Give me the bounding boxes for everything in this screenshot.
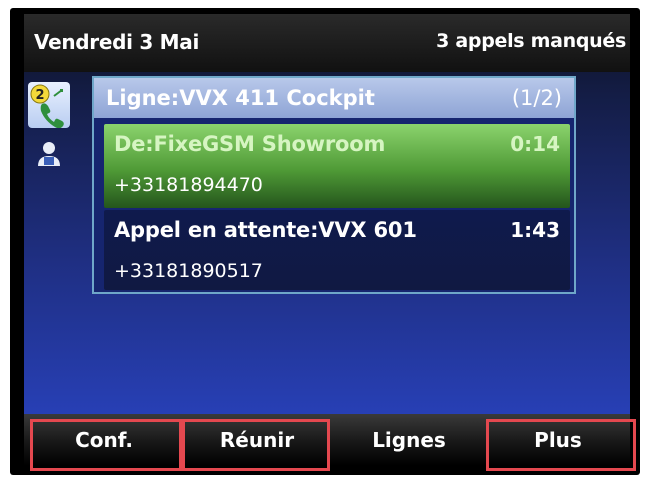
call-item-active[interactable]: De:FixeGSM Showroom 0:14 +33181894470 [104, 124, 570, 208]
softkey-bar: Conf. Réunir Lignes Plus [24, 414, 630, 466]
phone-line-icon[interactable]: 2 [28, 82, 70, 129]
line-title: Ligne:VVX 411 Cockpit [106, 86, 375, 110]
date-label: Vendredi 3 Mai [34, 30, 199, 54]
more-softkey[interactable]: Plus [486, 414, 630, 466]
conference-softkey[interactable]: Conf. [30, 414, 178, 466]
call-panel: Ligne:VVX 411 Cockpit (1/2) De:FixeGSM S… [92, 76, 576, 294]
call-number: +33181894470 [114, 174, 263, 196]
line-header: Ligne:VVX 411 Cockpit (1/2) [94, 78, 574, 118]
line-icon-strip: 2 [24, 76, 78, 180]
lines-softkey[interactable]: Lignes [334, 414, 484, 466]
call-item-held[interactable]: Appel en attente:VVX 601 1:43 +331818905… [104, 210, 570, 290]
call-timer: 1:43 [510, 218, 560, 242]
page-indicator: (1/2) [511, 86, 562, 110]
phone-screen: Vendredi 3 Mai 3 appels manqués 2 Ligne:… [24, 14, 630, 466]
call-timer: 0:14 [510, 132, 560, 156]
join-softkey[interactable]: Réunir [182, 414, 332, 466]
status-bar: Vendredi 3 Mai 3 appels manqués [24, 14, 630, 72]
lines-badge: 2 [35, 88, 44, 103]
missed-calls-indicator[interactable]: 3 appels manqués [436, 30, 626, 52]
call-number: +33181890517 [114, 260, 263, 282]
call-label: De:FixeGSM Showroom [114, 132, 386, 156]
call-label: Appel en attente:VVX 601 [114, 218, 417, 242]
person-icon[interactable] [28, 134, 70, 180]
